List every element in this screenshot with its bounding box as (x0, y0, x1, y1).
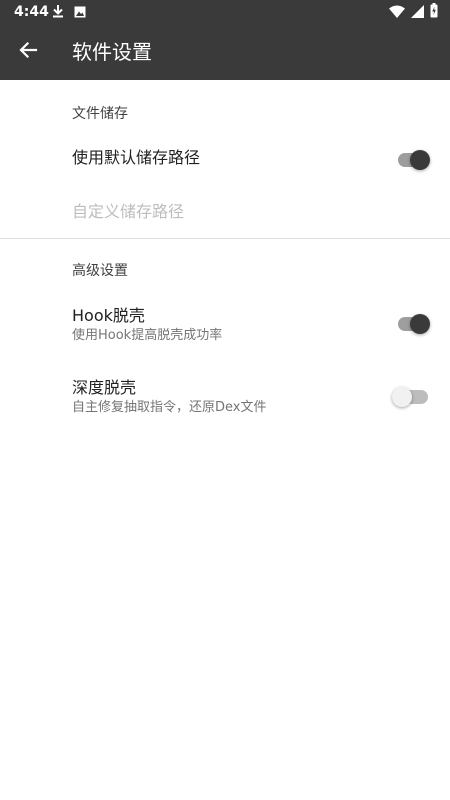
pref-title: 自定义储存路径 (72, 202, 185, 221)
pref-summary: 使用Hook提高脱壳成功率 (72, 328, 223, 343)
pref-title: 深度脱壳 (72, 378, 137, 397)
pref-title: 使用默认储存路径 (72, 148, 201, 167)
pref-hook-unpack[interactable]: Hook脱壳 使用Hook提高脱壳成功率 (0, 296, 450, 356)
status-bar: 4:44 (0, 0, 450, 24)
pref-deep-unpack[interactable]: 深度脱壳 自主修复抽取指令，还原Dex文件 (0, 368, 450, 428)
section-header-advanced: 高级设置 (72, 263, 128, 279)
hook-unpack-switch[interactable] (396, 312, 432, 336)
signal-icon (411, 3, 424, 22)
section-header-storage: 文件储存 (72, 106, 128, 122)
pref-custom-storage-path[interactable]: 自定义储存路径 (0, 184, 450, 238)
app-bar: 软件设置 (0, 24, 450, 80)
wifi-icon (389, 3, 405, 22)
photo-icon (74, 3, 86, 22)
pref-title: Hook脱壳 (72, 306, 145, 325)
status-left-icons (52, 3, 86, 22)
download-icon (52, 3, 64, 22)
status-time: 4:44 (14, 4, 49, 20)
page-title: 软件设置 (72, 40, 152, 64)
status-right-icons (389, 2, 438, 22)
arrow-back-icon (18, 40, 38, 64)
pref-summary: 自主修复抽取指令，还原Dex文件 (72, 400, 267, 415)
switch-thumb (410, 314, 430, 334)
pref-use-default-storage-path[interactable]: 使用默认储存路径 (0, 132, 450, 184)
switch-thumb (392, 387, 412, 407)
section-divider (0, 238, 450, 239)
battery-charging-icon (430, 2, 438, 22)
back-button[interactable] (8, 32, 48, 72)
default-storage-switch[interactable] (396, 148, 432, 172)
deep-unpack-switch[interactable] (392, 385, 432, 409)
switch-thumb (410, 150, 430, 170)
